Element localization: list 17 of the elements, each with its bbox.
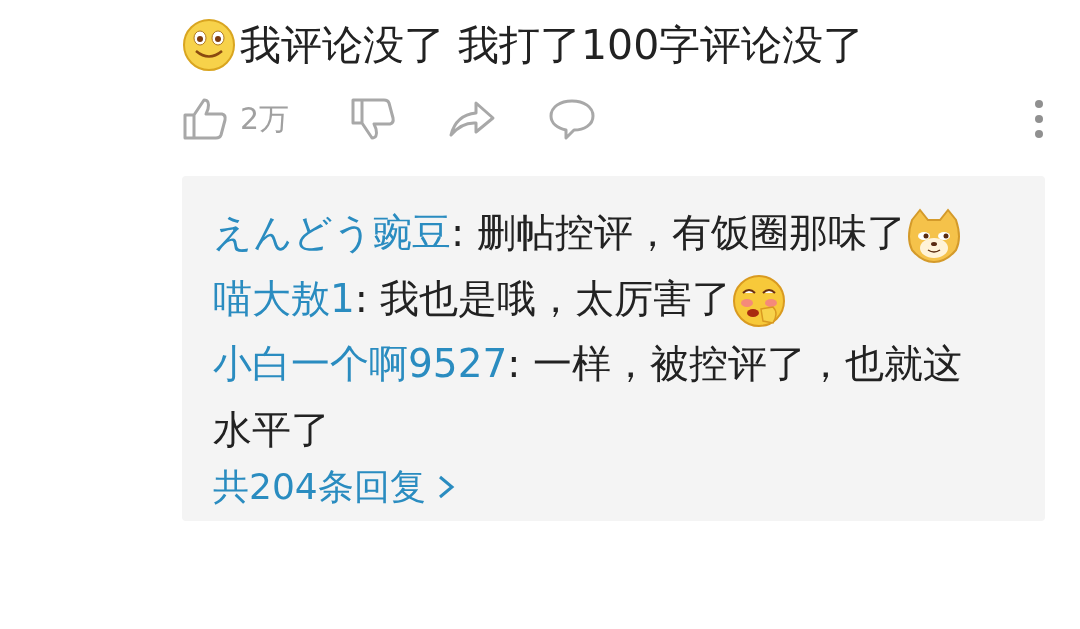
reply-username[interactable]: えんどう豌豆 (213, 210, 451, 255)
reply-text: 喵大敖1: 我也是哦，太厉害了 (213, 275, 732, 321)
reply-username[interactable]: 小白一个啊9527 (213, 341, 508, 387)
like-count: 2万 (240, 99, 291, 138)
comment-text: 我评论没了 我打了100字评论没了 (240, 19, 865, 71)
thumbs-up-icon[interactable] (182, 97, 228, 141)
smiley-face-icon (182, 18, 236, 72)
reply-text: 小白一个啊9527: 一样，被控评了，也就这水平了 (213, 341, 962, 452)
thumbs-down-icon[interactable] (350, 97, 396, 141)
comment-icon[interactable] (548, 98, 596, 140)
blushing-face-icon (731, 273, 788, 329)
dog-face-icon (905, 207, 962, 264)
share-icon[interactable] (448, 99, 496, 139)
more-options-icon[interactable] (1034, 99, 1044, 139)
reply-username[interactable]: 喵大敖1 (213, 275, 355, 321)
reply-text: えんどう豌豆: 删帖控评，有饭圈那味了 (213, 210, 906, 255)
more-replies-link[interactable]: 共204条回复 (213, 464, 426, 511)
